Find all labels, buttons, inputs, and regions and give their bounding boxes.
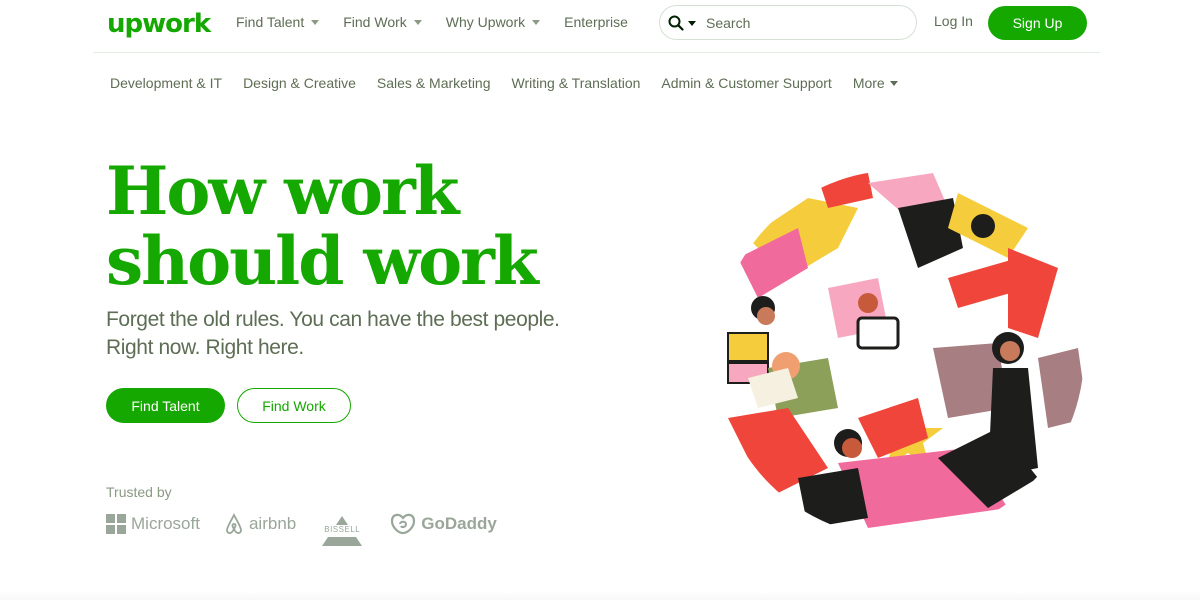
hero-headline-line-1: How work — [106, 152, 460, 230]
category-more-label: More — [852, 75, 885, 91]
search-type-chevron-down-icon[interactable] — [688, 20, 696, 26]
airbnb-logo-text: airbnb — [248, 514, 297, 533]
trusted-logos: Microsoft airbnb BISSELL GoDaddy — [106, 513, 521, 546]
upwork-logo[interactable]: upwork — [107, 9, 211, 39]
airbnb-icon — [226, 513, 242, 534]
main-nav: Find Talent Find Work Why Upwork Enterpr… — [236, 0, 652, 44]
nav-find-talent-label: Find Talent — [236, 14, 305, 30]
hero-illustration — [727, 173, 1084, 528]
category-design-creative[interactable]: Design & Creative — [243, 75, 356, 91]
nav-find-work-label: Find Work — [343, 14, 407, 30]
godaddy-logo-text: GoDaddy — [421, 514, 497, 533]
airbnb-logo: airbnb — [224, 513, 296, 535]
hero-headline-line-2: should work — [106, 222, 539, 300]
signup-button[interactable]: Sign Up — [988, 6, 1087, 40]
microsoft-icon — [106, 514, 126, 534]
hero-subtitle: Forget the old rules. You can have the b… — [106, 306, 576, 362]
find-work-button[interactable]: Find Work — [237, 388, 351, 423]
chevron-down-icon — [311, 20, 320, 25]
nav-enterprise[interactable]: Enterprise — [564, 14, 628, 30]
chevron-down-icon — [532, 20, 541, 25]
hero-subtitle-line-1: Forget the old rules. You can have the b… — [106, 308, 560, 331]
search-input[interactable] — [706, 14, 896, 31]
trusted-by-label: Trusted by — [106, 484, 172, 500]
godaddy-icon — [391, 513, 416, 535]
category-admin-customer-support[interactable]: Admin & Customer Support — [661, 75, 831, 91]
category-sales-marketing[interactable]: Sales & Marketing — [377, 75, 491, 91]
nav-find-work[interactable]: Find Work — [343, 14, 422, 30]
nav-enterprise-label: Enterprise — [564, 14, 628, 30]
category-bar: Development & IT Design & Creative Sales… — [110, 75, 898, 91]
bissell-logo: BISSELL — [320, 515, 364, 546]
search-icon[interactable] — [668, 15, 684, 31]
category-more[interactable]: More — [853, 75, 898, 91]
find-talent-button[interactable]: Find Talent — [106, 388, 225, 423]
nav-why-upwork-label: Why Upwork — [445, 14, 526, 30]
hero-subtitle-line-2: Right now. Right here. — [106, 336, 304, 359]
search-box[interactable] — [659, 5, 917, 40]
nav-find-talent[interactable]: Find Talent — [236, 14, 320, 30]
top-navigation-bar: upwork Find Talent Find Work Why Upwork … — [93, 0, 1100, 53]
category-development-it[interactable]: Development & IT — [110, 75, 222, 91]
godaddy-logo: GoDaddy — [390, 513, 497, 535]
nav-why-upwork[interactable]: Why Upwork — [445, 14, 541, 30]
microsoft-logo: Microsoft — [106, 514, 200, 534]
hero-headline: How work should work — [106, 156, 539, 296]
login-link[interactable]: Log In — [934, 13, 973, 29]
bissell-logo-text: BISSELL — [323, 524, 362, 534]
chevron-down-icon — [413, 20, 422, 25]
chevron-down-icon — [889, 81, 898, 86]
bottom-fade — [0, 590, 1200, 600]
category-writing-translation[interactable]: Writing & Translation — [512, 75, 641, 91]
microsoft-logo-text: Microsoft — [131, 514, 200, 533]
